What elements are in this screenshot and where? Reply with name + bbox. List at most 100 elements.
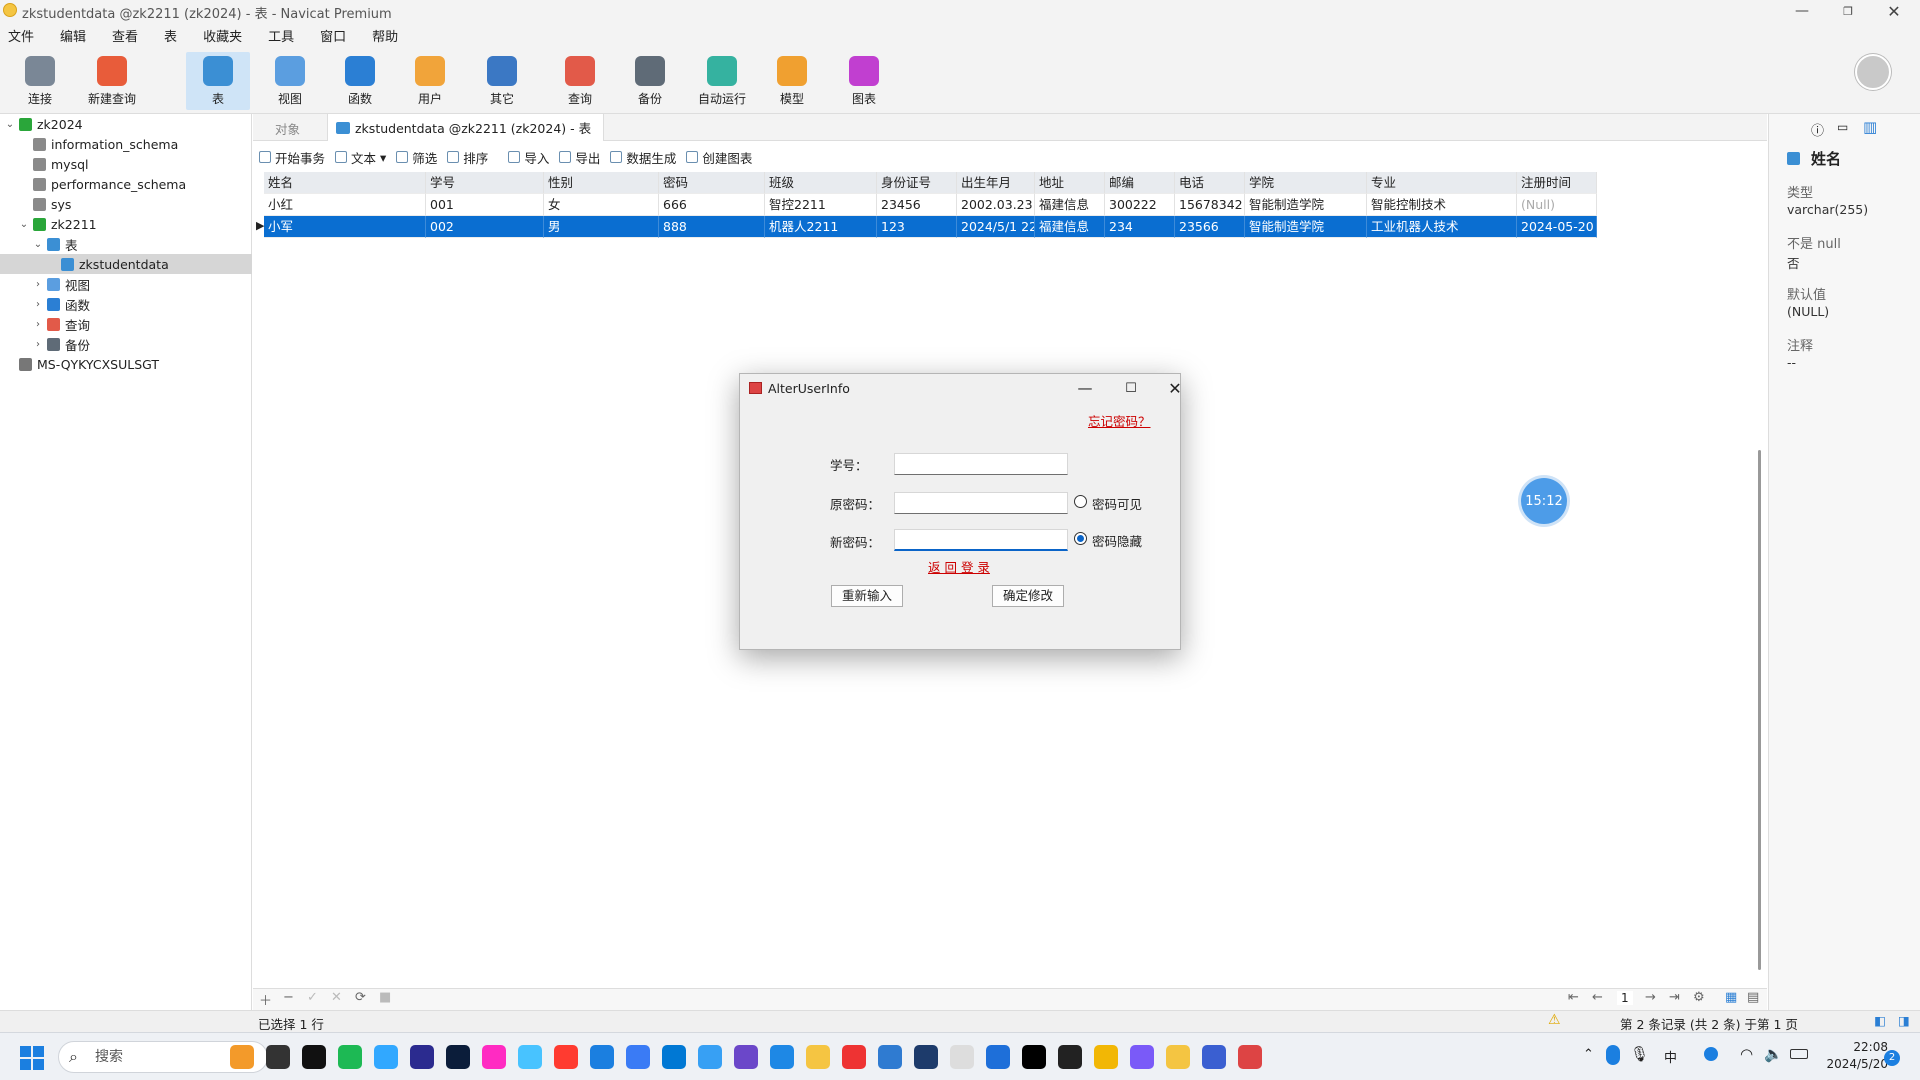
windows-start-icon[interactable] — [20, 1046, 44, 1070]
column-header[interactable]: 班级 — [765, 172, 877, 194]
hide-password-radio[interactable] — [1074, 532, 1087, 545]
bluetooth-icon[interactable] — [1606, 1045, 1620, 1065]
expand-chevron-icon[interactable]: › — [32, 339, 44, 350]
table-cell[interactable]: 工业机器人技术 — [1367, 216, 1517, 238]
taskbar-app-icon[interactable] — [554, 1045, 578, 1069]
panel-toggle-right-icon[interactable]: ◨ — [1898, 1013, 1910, 1028]
tree-item[interactable]: ⌄ zk2211 — [0, 214, 97, 234]
volume-icon[interactable]: 🔈 — [1764, 1045, 1783, 1063]
tray-expand-icon[interactable]: ⌃ — [1583, 1047, 1594, 1062]
tree-item[interactable]: performance_schema — [0, 174, 186, 194]
tree-item[interactable]: sys — [0, 194, 71, 214]
column-header[interactable]: 密码 — [659, 172, 765, 194]
grid-view-icon[interactable]: ▦ — [1725, 990, 1737, 1005]
microphone-icon[interactable]: 🎙 — [1630, 1045, 1649, 1063]
taskbar-app-icon[interactable] — [1166, 1045, 1190, 1069]
column-header[interactable]: 邮编 — [1105, 172, 1175, 194]
taskbar-app-icon[interactable] — [446, 1045, 470, 1069]
taskbar-app-icon[interactable] — [1130, 1045, 1154, 1069]
table-cell[interactable]: 001 — [426, 194, 544, 216]
table-cell[interactable]: 23566 — [1175, 216, 1245, 238]
table-cell[interactable]: 2024/5/1 22:00 — [957, 216, 1035, 238]
next-page-button[interactable]: → — [1645, 990, 1656, 1005]
table-cell[interactable]: 2024-05-20 22 — [1517, 216, 1597, 238]
taskbar-app-icon[interactable] — [230, 1045, 254, 1069]
toolbar-function-button[interactable]: 函数 — [328, 52, 392, 110]
taskbar-app-icon[interactable] — [662, 1045, 686, 1069]
table-row[interactable]: 小红 001 女 666 智控2211 23456 2002.03.23 福建信息 300222… — [264, 194, 1597, 216]
menu-tools[interactable]: 工具 — [268, 26, 294, 45]
table-cell[interactable]: 888 — [659, 216, 765, 238]
table-cell[interactable]: 小红 — [264, 194, 426, 216]
reset-button[interactable]: 重新输入 — [831, 585, 903, 607]
column-header[interactable]: 电话 — [1175, 172, 1245, 194]
create-chart-button[interactable]: 创建图表 — [686, 148, 752, 167]
tree-item[interactable]: › 函数 — [0, 294, 90, 314]
table-cell[interactable]: 智能制造学院 — [1245, 194, 1367, 216]
table-cell[interactable]: (Null) — [1517, 194, 1597, 216]
battery-icon[interactable] — [1790, 1049, 1808, 1059]
taskbar-app-icon[interactable] — [770, 1045, 794, 1069]
tree-item[interactable]: ⌄ 表 — [0, 234, 78, 254]
begin-transaction-button[interactable]: 开始事务 — [259, 148, 325, 167]
taskbar-app-icon[interactable] — [1202, 1045, 1226, 1069]
tree-item[interactable]: MS-QYKYCXSULSGT — [0, 354, 159, 374]
table-cell[interactable]: 666 — [659, 194, 765, 216]
form-view-icon[interactable]: ▤ — [1747, 990, 1759, 1005]
prev-page-button[interactable]: ← — [1592, 990, 1603, 1005]
taskbar-app-icon[interactable] — [1022, 1045, 1046, 1069]
taskbar-app-icon[interactable] — [302, 1045, 326, 1069]
taskbar-app-icon[interactable] — [1238, 1045, 1262, 1069]
expand-chevron-icon[interactable]: › — [32, 319, 44, 330]
dialog-minimize-button[interactable]: — — [1068, 376, 1102, 400]
taskbar-app-icon[interactable] — [950, 1045, 974, 1069]
text-button[interactable]: 文本 ▾ — [335, 148, 386, 167]
clock-date[interactable]: 2024/5/20 — [1824, 1057, 1888, 1071]
expand-chevron-icon[interactable]: › — [32, 279, 44, 290]
dialog-maximize-button[interactable]: ☐ — [1114, 376, 1148, 400]
toolbar-backup-button[interactable]: 备份 — [618, 52, 682, 110]
taskbar-app-icon[interactable] — [986, 1045, 1010, 1069]
page-number[interactable]: 1 — [1617, 991, 1633, 1005]
toolbar-new-query-button[interactable]: 新建查询 — [80, 52, 144, 110]
ddl-icon[interactable]: ▭ — [1837, 120, 1848, 134]
back-to-login-link[interactable]: 返 回 登 录 — [928, 557, 990, 576]
tree-item[interactable]: mysql — [0, 154, 89, 174]
table-cell[interactable]: 23456 — [877, 194, 957, 216]
refresh-icon[interactable]: ⟳ — [355, 990, 366, 1005]
column-header[interactable]: 出生年月 — [957, 172, 1035, 194]
table-header-row[interactable]: 姓名 学号 性别 密码 班级 身份证号 出生年月 地址 邮编 电话 学院 专业 注册时间 — [264, 172, 1597, 194]
taskbar-app-icon[interactable] — [734, 1045, 758, 1069]
taskbar-app-icon[interactable] — [1094, 1045, 1118, 1069]
toolbar-robot-button[interactable]: 自动运行 — [690, 52, 754, 110]
forgot-password-link[interactable]: 忘记密码？ — [1088, 411, 1151, 430]
confirm-change-button[interactable]: 确定修改 — [992, 585, 1064, 607]
expand-chevron-icon[interactable]: ⌄ — [18, 219, 30, 230]
column-header[interactable]: 地址 — [1035, 172, 1105, 194]
filter-button[interactable]: 筛选 — [396, 148, 437, 167]
discard-button[interactable]: ✕ — [331, 990, 342, 1005]
first-page-button[interactable]: ⇤ — [1568, 990, 1579, 1005]
expand-chevron-icon[interactable]: ⌄ — [32, 239, 44, 250]
tree-item[interactable]: information_schema — [0, 134, 178, 154]
sort-button[interactable]: 排序 — [447, 148, 488, 167]
menu-view[interactable]: 查看 — [112, 26, 138, 45]
new-password-input[interactable] — [894, 529, 1068, 551]
column-header[interactable]: 姓名 — [264, 172, 426, 194]
old-password-input[interactable] — [894, 492, 1068, 514]
stop-icon[interactable]: ■ — [379, 990, 391, 1005]
expand-chevron-icon[interactable]: ⌄ — [4, 119, 16, 130]
show-password-radio[interactable] — [1074, 495, 1087, 508]
menu-table[interactable]: 表 — [164, 26, 177, 45]
user-avatar-icon[interactable] — [1855, 54, 1891, 90]
taskbar-app-icon[interactable] — [842, 1045, 866, 1069]
last-page-button[interactable]: ⇥ — [1669, 990, 1680, 1005]
taskbar-app-icon[interactable] — [482, 1045, 506, 1069]
taskbar-app-icon[interactable] — [698, 1045, 722, 1069]
minimize-button[interactable]: — — [1780, 0, 1824, 22]
tree-item[interactable]: zkstudentdata — [0, 254, 252, 274]
tree-item[interactable]: › 查询 — [0, 314, 90, 334]
menu-favorites[interactable]: 收藏夹 — [203, 26, 242, 45]
column-header[interactable]: 专业 — [1367, 172, 1517, 194]
table-cell[interactable]: 智控2211 — [765, 194, 877, 216]
